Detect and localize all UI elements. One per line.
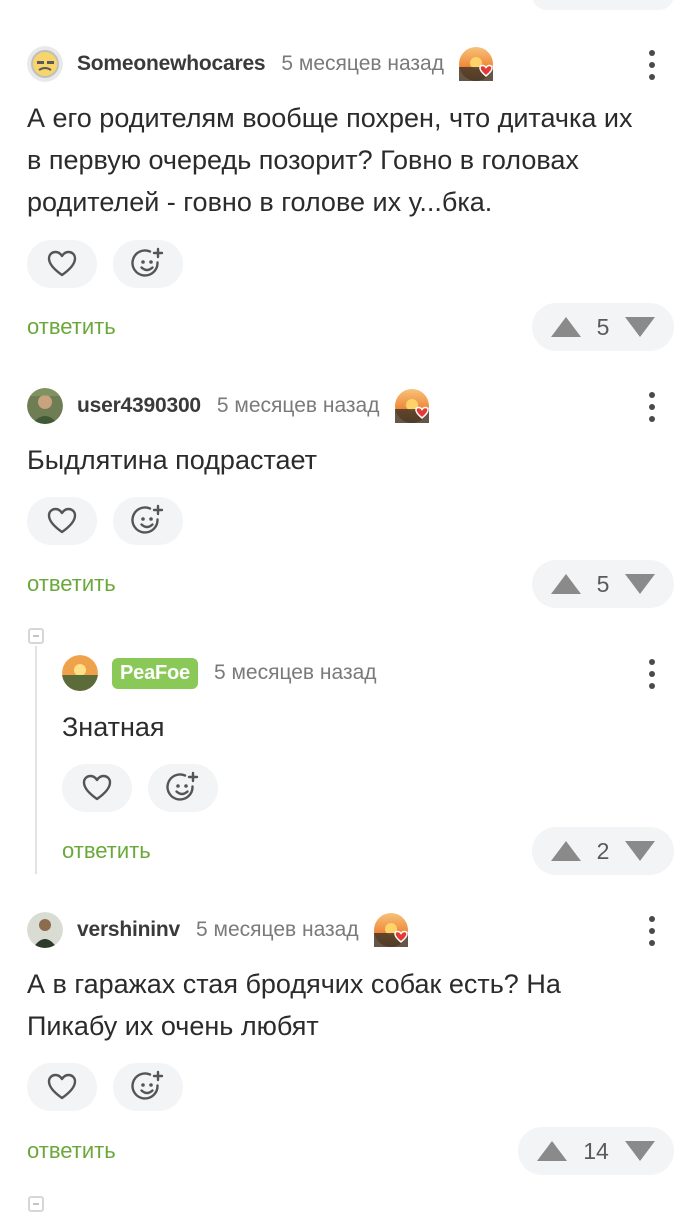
rating-control: 14 — [518, 1127, 674, 1175]
upvote-icon[interactable] — [550, 840, 582, 862]
upvote-icon[interactable] — [536, 1140, 568, 1162]
rating-control: 5 — [532, 303, 674, 351]
comment-header: user4390300 5 месяцев назад — [27, 386, 432, 426]
rating-value: 14 — [583, 1137, 609, 1164]
previous-vote-pill — [532, 0, 674, 10]
react-button[interactable] — [113, 240, 183, 288]
smiley-plus-icon — [165, 770, 201, 806]
like-button[interactable] — [27, 240, 97, 288]
collapse-thread-button[interactable] — [28, 628, 44, 644]
comment-text: А его родителям вообще похрен, что дитач… — [27, 103, 633, 217]
like-button[interactable] — [62, 764, 132, 812]
reply-link[interactable]: ответить — [27, 571, 116, 597]
heart-icon — [46, 1071, 78, 1103]
comment-time: 5 месяцев назад — [213, 661, 377, 684]
username[interactable]: user4390300 — [77, 394, 201, 418]
rating-control: 5 — [532, 560, 674, 608]
rating-value: 2 — [596, 837, 610, 864]
react-button[interactable] — [113, 497, 183, 545]
like-button[interactable] — [27, 497, 97, 545]
comment-time: 5 месяцев назад — [281, 52, 444, 75]
avatar[interactable] — [62, 655, 98, 691]
downvote-icon[interactable] — [624, 573, 656, 595]
upvote-icon[interactable] — [550, 573, 582, 595]
comment-header: PeaFoe 5 месяцев назад — [62, 653, 377, 693]
upvote-icon[interactable] — [550, 316, 582, 338]
award-icon[interactable] — [458, 46, 496, 82]
react-button[interactable] — [148, 764, 218, 812]
comment-time: 5 месяцев назад — [196, 918, 359, 941]
kebab-menu-icon[interactable] — [642, 48, 662, 82]
avatar[interactable] — [27, 46, 63, 82]
reply-link[interactable]: ответить — [62, 838, 151, 864]
downvote-icon[interactable] — [624, 316, 656, 338]
avatar[interactable] — [27, 388, 63, 424]
downvote-icon[interactable] — [624, 1140, 656, 1162]
reply-link[interactable]: ответить — [27, 1138, 116, 1164]
comment-text: Быдлятина подрастает — [27, 445, 318, 475]
kebab-menu-icon[interactable] — [642, 657, 662, 691]
downvote-icon[interactable] — [624, 840, 656, 862]
username[interactable]: vershininv — [77, 918, 180, 942]
smiley-plus-icon — [130, 1069, 166, 1105]
like-button[interactable] — [27, 1063, 97, 1111]
reply-link[interactable]: ответить — [27, 314, 116, 340]
smiley-plus-icon — [130, 503, 166, 539]
kebab-menu-icon[interactable] — [642, 914, 662, 948]
comment-text: А в гаражах стая бродячих собак есть? На… — [27, 969, 561, 1041]
username[interactable]: Someonewhocares — [77, 52, 266, 76]
comment-text: Знатная — [62, 712, 165, 742]
thread-line[interactable] — [35, 646, 37, 874]
rating-control: 2 — [532, 827, 674, 875]
kebab-menu-icon[interactable] — [642, 390, 662, 424]
award-icon[interactable] — [394, 388, 432, 424]
comment-header: Someonewhocares 5 месяцев назад — [27, 44, 496, 84]
heart-icon — [46, 248, 78, 280]
username-badge[interactable]: PeaFoe — [112, 657, 198, 689]
heart-icon — [46, 505, 78, 537]
smiley-plus-icon — [130, 246, 166, 282]
react-button[interactable] — [113, 1063, 183, 1111]
avatar[interactable] — [27, 912, 63, 948]
comment-time: 5 месяцев назад — [216, 394, 380, 417]
rating-value: 5 — [596, 313, 610, 340]
award-icon[interactable] — [373, 912, 411, 948]
heart-icon — [81, 772, 113, 804]
rating-value: 5 — [596, 570, 610, 597]
comment-header: vershininv 5 месяцев назад — [27, 910, 411, 950]
